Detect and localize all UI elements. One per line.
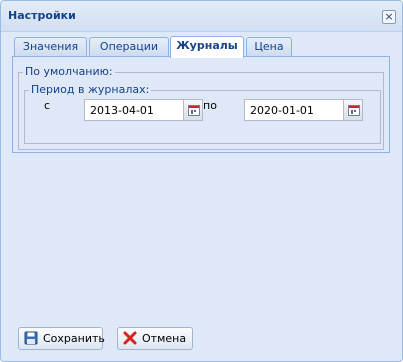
- to-date-trigger[interactable]: [343, 100, 362, 120]
- default-legend: По умолчанию:: [23, 65, 115, 78]
- red-x-icon: [123, 331, 137, 345]
- from-label: с: [44, 99, 51, 112]
- from-date-field[interactable]: [84, 99, 203, 121]
- to-label: по: [203, 99, 217, 112]
- tab-values[interactable]: Значения: [14, 37, 87, 56]
- tab-price[interactable]: Цена: [246, 37, 292, 56]
- from-date-input[interactable]: [85, 100, 182, 120]
- window-title: Настройки: [8, 9, 76, 22]
- save-button-label: Сохранить: [43, 332, 105, 345]
- settings-tabpanel: Значения Операции Журналы Цена По умолча…: [12, 35, 390, 153]
- settings-window: Настройки × Значения Операции Журналы Це…: [0, 0, 403, 362]
- tab-journals[interactable]: Журналы: [170, 36, 244, 58]
- default-fieldset: По умолчанию: Период в журналах: с по: [18, 65, 384, 150]
- period-legend: Период в журналах:: [29, 83, 152, 96]
- cancel-button[interactable]: Отмена: [117, 327, 193, 350]
- close-icon[interactable]: ×: [382, 10, 396, 24]
- tab-operations[interactable]: Операции: [89, 37, 169, 56]
- to-date-field[interactable]: [244, 99, 363, 121]
- window-titlebar[interactable]: Настройки ×: [1, 1, 402, 32]
- floppy-disk-icon: [24, 331, 38, 345]
- calendar-icon: [348, 105, 360, 116]
- calendar-icon: [188, 105, 200, 116]
- from-date-trigger[interactable]: [183, 100, 202, 120]
- period-fieldset: Период в журналах: с по: [24, 83, 381, 144]
- journals-tab-body: По умолчанию: Период в журналах: с по: [12, 56, 390, 153]
- cancel-button-label: Отмена: [142, 332, 187, 345]
- save-button[interactable]: Сохранить: [18, 327, 105, 350]
- to-date-input[interactable]: [245, 100, 342, 120]
- tab-strip: Значения Операции Журналы Цена: [12, 35, 390, 58]
